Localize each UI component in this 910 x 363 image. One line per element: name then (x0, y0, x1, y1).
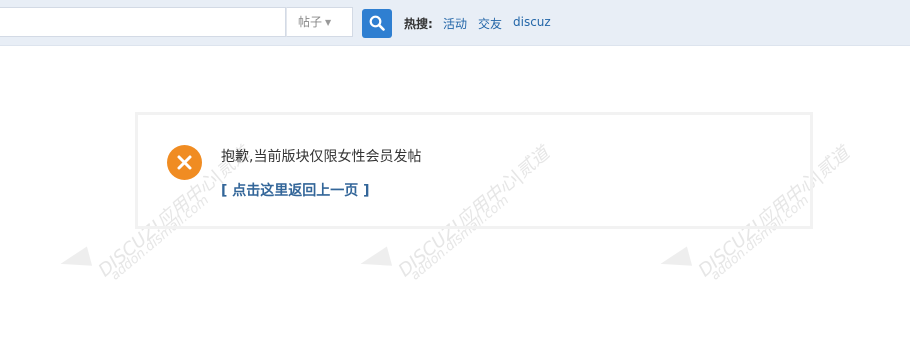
message-box (135, 112, 813, 229)
back-link[interactable]: [ 点击这里返回上一页 ] (221, 180, 370, 200)
chevron-down-icon: ▼ (325, 18, 332, 27)
search-bar: 帖子 ▼ 热搜: 活动 交友 discuz (0, 0, 910, 46)
watermark-arrow-icon (357, 246, 393, 274)
hot-search-label: 热搜: (404, 17, 433, 31)
search-type-dropdown[interactable]: 帖子 ▼ (286, 7, 353, 37)
search-type-label: 帖子 (298, 15, 323, 29)
hot-link-discuz[interactable]: discuz (513, 15, 551, 29)
hot-link-friends[interactable]: 交友 (478, 15, 502, 32)
error-x-icon (167, 145, 202, 180)
watermark-arrow-icon (657, 246, 693, 274)
search-button[interactable] (362, 9, 392, 38)
watermark-arrow-icon (57, 246, 93, 274)
search-input[interactable] (0, 7, 286, 37)
message-text: 抱歉,当前版块仅限女性会员发帖 (221, 149, 422, 165)
hot-link-activity[interactable]: 活动 (443, 15, 467, 32)
search-icon (369, 15, 385, 31)
